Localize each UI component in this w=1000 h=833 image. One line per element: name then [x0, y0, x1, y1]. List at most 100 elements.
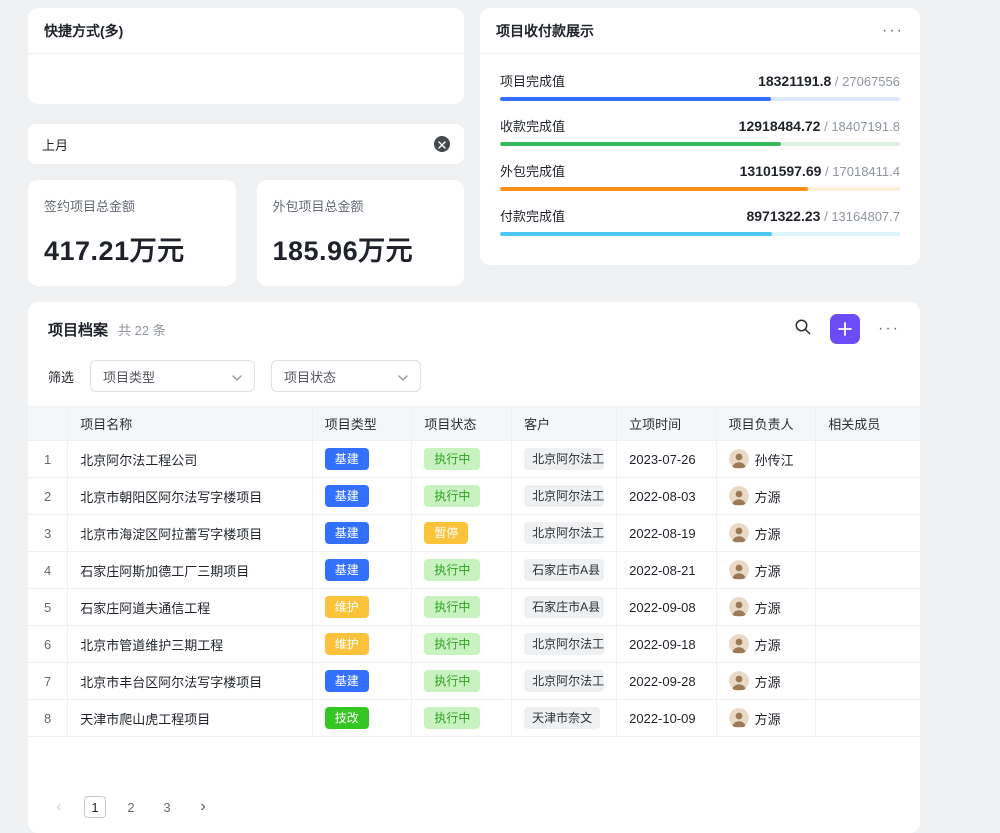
prev-page-button[interactable]: ‹	[48, 796, 70, 818]
customer-tag[interactable]: 天津市奈文	[524, 707, 600, 729]
customer-tag[interactable]: 北京阿尔法工	[524, 633, 604, 655]
left-column: 快捷方式(多) 上月 签约项目总金额 417.21万元 外包项目总金额	[28, 8, 464, 286]
table-row[interactable]: 5 石家庄阿道夫通信工程 维护 执行中 石家庄市A县 2022-09-08 方源	[28, 589, 920, 626]
progress-fill	[500, 97, 771, 101]
progress-value: 13101597.69 / 17018411.4	[740, 163, 900, 179]
customer-tag[interactable]: 北京阿尔法工	[524, 670, 604, 692]
customer-tag[interactable]: 北京阿尔法工	[524, 522, 604, 544]
owner-cell[interactable]: 方源	[729, 597, 804, 617]
owner-cell[interactable]: 方源	[729, 634, 804, 654]
project-type-badge[interactable]: 基建	[325, 522, 369, 544]
project-status-badge[interactable]: 暂停	[424, 522, 468, 544]
cell-members[interactable]	[816, 515, 920, 552]
progress-fill	[500, 232, 772, 236]
owner-name: 方源	[755, 561, 781, 580]
search-button[interactable]	[794, 318, 812, 341]
cell-date[interactable]: 2022-09-28	[617, 663, 717, 700]
project-type-badge[interactable]: 技改	[325, 707, 369, 729]
dashboard-page: 快捷方式(多) 上月 签约项目总金额 417.21万元 外包项目总金额	[0, 0, 1000, 833]
payments-title: 项目收付款展示	[496, 21, 594, 41]
more-icon[interactable]: ···	[878, 320, 900, 338]
cell-date[interactable]: 2022-10-09	[617, 700, 717, 737]
column-header-status[interactable]: 项目状态	[412, 407, 512, 441]
quick-filter-bar[interactable]: 上月	[28, 124, 464, 164]
cell-project-name[interactable]: 北京市管道维护三期工程	[68, 626, 313, 663]
owner-cell[interactable]: 方源	[729, 560, 804, 580]
project-status-badge[interactable]: 执行中	[424, 596, 480, 618]
stat-label: 签约项目总金额	[44, 196, 220, 215]
page-button-1[interactable]: 1	[84, 796, 106, 818]
cell-members[interactable]	[816, 626, 920, 663]
project-type-badge[interactable]: 基建	[325, 559, 369, 581]
project-type-badge[interactable]: 基建	[325, 670, 369, 692]
owner-cell[interactable]: 方源	[729, 486, 804, 506]
cell-project-name[interactable]: 北京阿尔法工程公司	[68, 441, 313, 478]
cell-project-name[interactable]: 北京市海淀区阿拉蕾写字楼项目	[68, 515, 313, 552]
column-header-name[interactable]: 项目名称	[68, 407, 313, 441]
project-type-badge[interactable]: 维护	[325, 633, 369, 655]
progress-total: 13164807.7	[831, 209, 900, 224]
owner-cell[interactable]: 方源	[729, 523, 804, 543]
cell-date[interactable]: 2022-09-18	[617, 626, 717, 663]
cell-members[interactable]	[816, 478, 920, 515]
row-index: 2	[28, 478, 68, 515]
customer-tag[interactable]: 石家庄市A县	[524, 596, 604, 618]
column-header-owner[interactable]: 项目负责人	[716, 407, 816, 441]
cell-members[interactable]	[816, 663, 920, 700]
quick-filter-value: 上月	[42, 135, 68, 154]
cell-date[interactable]: 2022-08-21	[617, 552, 717, 589]
next-page-button[interactable]: ›	[192, 796, 214, 818]
page-button-3[interactable]: 3	[156, 796, 178, 818]
project-status-badge[interactable]: 执行中	[424, 559, 480, 581]
cell-date[interactable]: 2022-09-08	[617, 589, 717, 626]
cell-project-name[interactable]: 北京市朝阳区阿尔法写字楼项目	[68, 478, 313, 515]
customer-tag[interactable]: 北京阿尔法工	[524, 448, 604, 470]
cell-members[interactable]	[816, 700, 920, 737]
owner-cell[interactable]: 方源	[729, 671, 804, 691]
project-type-badge[interactable]: 维护	[325, 596, 369, 618]
project-status-badge[interactable]: 执行中	[424, 670, 480, 692]
project-status-badge[interactable]: 执行中	[424, 707, 480, 729]
cell-project-name[interactable]: 天津市爬山虎工程项目	[68, 700, 313, 737]
progress-separator: /	[824, 209, 828, 224]
cell-project-name[interactable]: 北京市丰台区阿尔法写字楼项目	[68, 663, 313, 700]
cell-members[interactable]	[816, 441, 920, 478]
table-row[interactable]: 7 北京市丰台区阿尔法写字楼项目 基建 执行中 北京阿尔法工 2022-09-2…	[28, 663, 920, 700]
customer-tag[interactable]: 石家庄市A县	[524, 559, 604, 581]
owner-name: 方源	[755, 709, 781, 728]
cell-date[interactable]: 2022-08-19	[617, 515, 717, 552]
cell-project-name[interactable]: 石家庄阿斯加德工厂三期项目	[68, 552, 313, 589]
table-row[interactable]: 8 天津市爬山虎工程项目 技改 执行中 天津市奈文 2022-10-09 方源	[28, 700, 920, 737]
cell-date[interactable]: 2022-08-03	[617, 478, 717, 515]
column-header-members[interactable]: 相关成员	[816, 407, 920, 441]
project-status-badge[interactable]: 执行中	[424, 633, 480, 655]
customer-tag[interactable]: 北京阿尔法工	[524, 485, 604, 507]
table-row[interactable]: 4 石家庄阿斯加德工厂三期项目 基建 执行中 石家庄市A县 2022-08-21…	[28, 552, 920, 589]
project-type-badge[interactable]: 基建	[325, 485, 369, 507]
more-icon[interactable]: ···	[882, 22, 904, 40]
owner-cell[interactable]: 方源	[729, 708, 804, 728]
project-type-dropdown[interactable]: 项目类型	[90, 360, 255, 392]
column-header-type[interactable]: 项目类型	[312, 407, 412, 441]
project-status-badge[interactable]: 执行中	[424, 448, 480, 470]
cell-project-name[interactable]: 石家庄阿道夫通信工程	[68, 589, 313, 626]
table-row[interactable]: 6 北京市管道维护三期工程 维护 执行中 北京阿尔法工 2022-09-18 方…	[28, 626, 920, 663]
table-row[interactable]: 2 北京市朝阳区阿尔法写字楼项目 基建 执行中 北京阿尔法工 2022-08-0…	[28, 478, 920, 515]
cell-members[interactable]	[816, 552, 920, 589]
cell-members[interactable]	[816, 589, 920, 626]
table-row[interactable]: 3 北京市海淀区阿拉蕾写字楼项目 基建 暂停 北京阿尔法工 2022-08-19…	[28, 515, 920, 552]
project-archive-card: 项目档案 共 22 条 ··· 筛选 项目类型	[28, 302, 920, 833]
project-status-dropdown[interactable]: 项目状态	[271, 360, 421, 392]
table-row[interactable]: 1 北京阿尔法工程公司 基建 执行中 北京阿尔法工 2023-07-26 孙传江	[28, 441, 920, 478]
clear-filter-button[interactable]	[434, 136, 450, 152]
stat-value: 185.96万元	[273, 229, 449, 268]
column-header-customer[interactable]: 客户	[512, 407, 617, 441]
column-header-date[interactable]: 立项时间	[617, 407, 717, 441]
project-type-badge[interactable]: 基建	[325, 448, 369, 470]
cell-date[interactable]: 2023-07-26	[617, 441, 717, 478]
add-record-button[interactable]	[830, 314, 860, 344]
owner-name: 方源	[755, 672, 781, 691]
page-button-2[interactable]: 2	[120, 796, 142, 818]
project-status-badge[interactable]: 执行中	[424, 485, 480, 507]
owner-cell[interactable]: 孙传江	[729, 449, 804, 469]
